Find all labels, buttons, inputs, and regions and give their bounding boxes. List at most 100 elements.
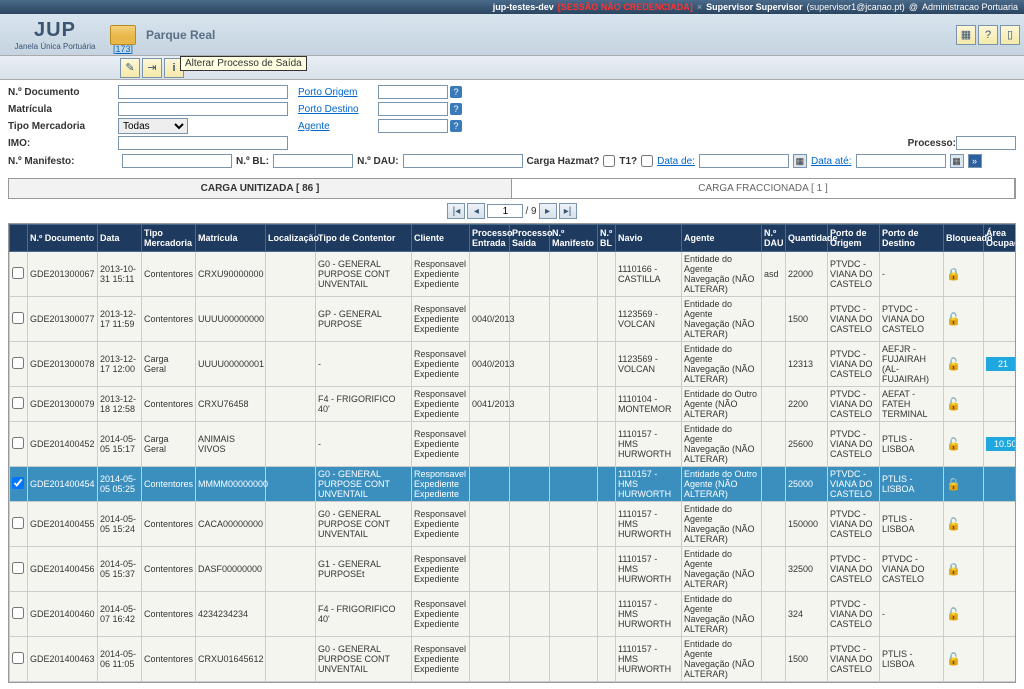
search-button[interactable]: »: [968, 154, 982, 168]
table-row[interactable]: GDE2013000772013-12-17 11:59ContentoresU…: [10, 297, 1017, 342]
input-porto-destino[interactable]: [378, 102, 448, 116]
first-page-button[interactable]: |◂: [447, 203, 465, 219]
column-header[interactable]: N.º Documento: [28, 225, 98, 252]
column-header[interactable]: Tipo de Contentor: [316, 225, 412, 252]
column-header[interactable]: Processo Saída: [510, 225, 550, 252]
column-header[interactable]: N.º Manifesto: [550, 225, 598, 252]
column-header[interactable]: Porto de Destino: [880, 225, 944, 252]
table-row[interactable]: GDE2014004522014-05-05 15:17Carga GeralA…: [10, 422, 1017, 467]
checkbox-carga-hazmat[interactable]: [603, 155, 615, 167]
tab-carga-fraccionada[interactable]: CARGA FRACCIONADA [ 1 ]: [512, 179, 1015, 198]
edit-button[interactable]: ✎: [120, 58, 140, 78]
link-data-ate[interactable]: Data até:: [811, 156, 852, 167]
checkbox-t1[interactable]: [641, 155, 653, 167]
user-role: Supervisor Supervisor: [706, 2, 803, 12]
column-header[interactable]: Navio: [616, 225, 682, 252]
page-input[interactable]: [487, 204, 523, 218]
lock-icon: 🔓: [946, 397, 961, 411]
row-checkbox[interactable]: [12, 607, 24, 619]
table-row[interactable]: GDE2013000782013-12-17 12:00Carga GeralU…: [10, 342, 1017, 387]
input-matricula[interactable]: [118, 102, 288, 116]
link-porto-destino[interactable]: Porto Destino: [298, 104, 378, 115]
row-checkbox[interactable]: [12, 652, 24, 664]
notes-button[interactable]: ▯: [1000, 25, 1020, 45]
tooltip: Alterar Processo de Saída: [180, 56, 307, 71]
input-n-manifesto[interactable]: [122, 154, 232, 168]
row-checkbox[interactable]: [12, 437, 24, 449]
input-data-de[interactable]: [699, 154, 789, 168]
row-checkbox[interactable]: [12, 517, 24, 529]
input-imo[interactable]: [118, 136, 288, 150]
column-header[interactable]: Cliente: [412, 225, 470, 252]
table-row[interactable]: GDE2013000672013-10-31 15:11ContentoresC…: [10, 252, 1017, 297]
table-row[interactable]: GDE2014004542014-05-05 05:25ContentoresM…: [10, 467, 1017, 502]
top-status-bar: jup-testes-dev [SESSÃO NÃO CREDENCIADA] …: [0, 0, 1024, 14]
lock-icon: 🔒: [946, 477, 961, 491]
select-tipo-mercadoria[interactable]: Todas: [118, 118, 188, 134]
next-page-button[interactable]: ▸: [539, 203, 557, 219]
column-header[interactable]: Área Ocupada: [984, 225, 1017, 252]
export-excel-button[interactable]: ▦: [956, 25, 976, 45]
column-header[interactable]: N.º DAU: [762, 225, 786, 252]
link-data-de[interactable]: Data de:: [657, 156, 695, 167]
input-data-ate[interactable]: [856, 154, 946, 168]
column-header[interactable]: [10, 225, 28, 252]
table-row[interactable]: GDE2013000792013-12-18 12:58ContentoresC…: [10, 387, 1017, 422]
row-checkbox[interactable]: [12, 312, 24, 324]
table-row[interactable]: GDE2014004632014-05-06 11:05ContentoresC…: [10, 637, 1017, 682]
last-page-button[interactable]: ▸|: [559, 203, 577, 219]
tab-carga-unitizada[interactable]: CARGA UNITIZADA [ 86 ]: [9, 179, 512, 198]
lock-icon: 🔓: [946, 652, 961, 666]
prev-page-button[interactable]: ◂: [467, 203, 485, 219]
tab-bar: CARGA UNITIZADA [ 86 ] CARGA FRACCIONADA…: [8, 178, 1016, 199]
column-header[interactable]: Agente: [682, 225, 762, 252]
link-porto-origem[interactable]: Porto Origem: [298, 87, 378, 98]
filter-panel: N.º Documento Porto Origem ? Matrícula P…: [0, 80, 1024, 174]
column-header[interactable]: Porto de Origem: [828, 225, 880, 252]
link-agente[interactable]: Agente: [298, 121, 378, 132]
column-header[interactable]: Localização: [266, 225, 316, 252]
calendar-icon[interactable]: ▦: [950, 154, 964, 168]
column-header[interactable]: Tipo Mercadoria: [142, 225, 196, 252]
input-n-documento[interactable]: [118, 85, 288, 99]
table-row[interactable]: GDE2014004602014-05-07 16:42Contentores4…: [10, 592, 1017, 637]
lock-icon: 🔓: [946, 607, 961, 621]
input-n-dau[interactable]: [403, 154, 523, 168]
help-icon[interactable]: ?: [450, 103, 462, 115]
column-header[interactable]: Data: [98, 225, 142, 252]
env-label: jup-testes-dev: [493, 2, 554, 12]
calendar-icon[interactable]: ▦: [793, 154, 807, 168]
help-icon[interactable]: ?: [450, 120, 462, 132]
messages-icon[interactable]: [173]: [110, 25, 136, 45]
input-processo[interactable]: [956, 136, 1016, 150]
input-n-bl[interactable]: [273, 154, 353, 168]
column-header[interactable]: Processo Entrada: [470, 225, 510, 252]
label-carga-hazmat: Carga Hazmat?: [527, 156, 600, 167]
lock-icon: 🔓: [946, 357, 961, 371]
row-checkbox[interactable]: [12, 397, 24, 409]
row-checkbox[interactable]: [12, 562, 24, 574]
secondary-toolbar: ✎ ⇥ i: [0, 56, 1024, 80]
area-badge: 10.50: [986, 437, 1016, 451]
column-header[interactable]: Matrícula: [196, 225, 266, 252]
data-grid: N.º DocumentoDataTipo MercadoriaMatrícul…: [8, 223, 1016, 683]
label-n-bl: N.º BL:: [236, 156, 269, 167]
column-header[interactable]: Bloqueado: [944, 225, 984, 252]
row-checkbox[interactable]: [12, 357, 24, 369]
column-header[interactable]: N.º BL: [598, 225, 616, 252]
exit-process-button[interactable]: ⇥: [142, 58, 162, 78]
input-porto-origem[interactable]: [378, 85, 448, 99]
row-checkbox[interactable]: [12, 267, 24, 279]
table-row[interactable]: GDE2014004562014-05-05 15:37ContentoresD…: [10, 547, 1017, 592]
input-agente[interactable]: [378, 119, 448, 133]
table-row[interactable]: GDE2014004552014-05-05 15:24ContentoresC…: [10, 502, 1017, 547]
column-header[interactable]: Quantidade: [786, 225, 828, 252]
help-icon[interactable]: ?: [450, 86, 462, 98]
label-n-manifesto: N.º Manifesto:: [8, 156, 118, 167]
label-processo: Processo:: [896, 138, 956, 149]
messages-count[interactable]: [173]: [111, 44, 135, 54]
help-button[interactable]: ?: [978, 25, 998, 45]
row-checkbox[interactable]: [12, 477, 24, 489]
user-email: (supervisor1@jcanao.pt): [807, 2, 905, 12]
lock-icon: 🔒: [946, 562, 961, 576]
